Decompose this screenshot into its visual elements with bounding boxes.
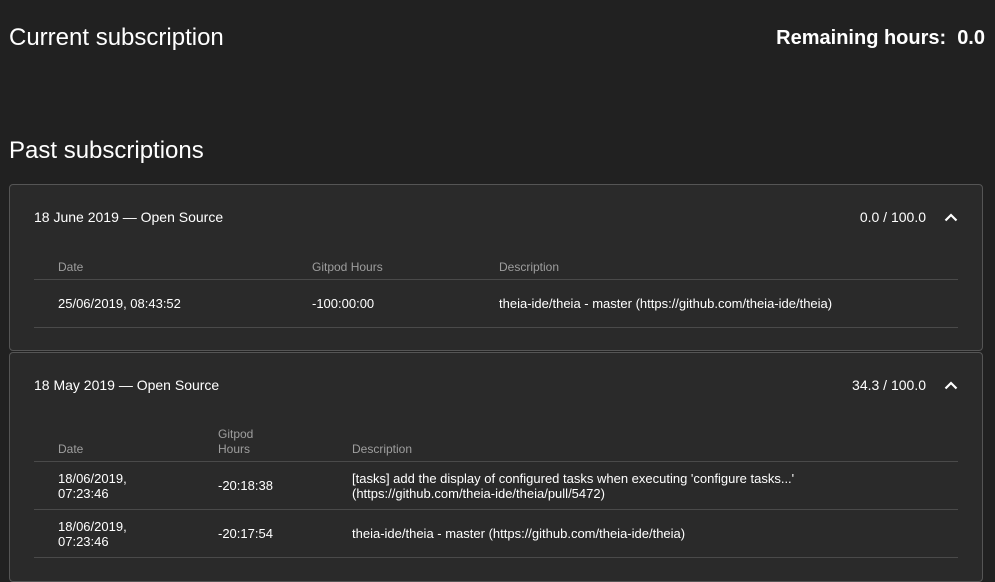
subscription-title: 18 May 2019 — Open Source <box>34 377 220 393</box>
table-header: Date Gitpod Hours Description <box>34 427 958 462</box>
row-description: [tasks] add the display of configured ta… <box>352 470 795 501</box>
column-description: Description <box>352 442 413 456</box>
table-row: 18/06/2019, 07:23:46 -20:18:38 [tasks] a… <box>34 462 958 510</box>
current-subscription-row: Current subscription Remaining hours: 0.0 <box>9 22 985 54</box>
row-hours: -20:18:38 <box>218 478 273 493</box>
subscription-title: 18 June 2019 — Open Source <box>34 209 224 225</box>
row-description: theia-ide/theia - master (https://github… <box>352 526 686 541</box>
past-subscriptions-title: Past subscriptions <box>9 137 204 164</box>
usage-table: Date Gitpod Hours Description 18/06/2019… <box>34 427 958 558</box>
chevron-up-icon[interactable] <box>944 380 958 390</box>
usage-table: Date Gitpod Hours Description 25/06/2019… <box>34 258 958 328</box>
column-date: Date <box>58 260 84 274</box>
subscription-usage-group: 34.3 / 100.0 <box>852 377 958 393</box>
remaining-hours: Remaining hours: 0.0 <box>776 27 985 50</box>
column-description: Description <box>499 260 560 274</box>
subscription-usage: 0.0 / 100.0 <box>859 209 926 225</box>
row-date: 25/06/2019, 08:43:52 <box>58 296 181 311</box>
column-hours: Gitpod Hours <box>312 260 383 274</box>
table-row: 18/06/2019, 07:23:46 -20:17:54 theia-ide… <box>34 510 958 558</box>
row-date: 18/06/2019, 07:23:46 <box>58 518 127 549</box>
subscription-panel-header[interactable]: 18 May 2019 — Open Source 34.3 / 100.0 <box>34 375 958 395</box>
subscription-panel-june: 18 June 2019 — Open Source 0.0 / 100.0 D… <box>9 184 983 351</box>
row-description: theia-ide/theia - master (https://github… <box>499 296 833 311</box>
current-subscription-title: Current subscription <box>9 24 224 51</box>
row-hours: -20:17:54 <box>218 526 273 541</box>
chevron-up-icon[interactable] <box>944 212 958 222</box>
row-date: 18/06/2019, 07:23:46 <box>58 470 127 501</box>
subscription-usage: 34.3 / 100.0 <box>852 377 926 393</box>
row-hours: -100:00:00 <box>312 296 375 311</box>
remaining-hours-label: Remaining hours: <box>776 26 947 49</box>
column-hours: Gitpod Hours <box>218 427 254 456</box>
table-header: Date Gitpod Hours Description <box>34 258 958 280</box>
column-date: Date <box>58 442 84 456</box>
subscription-panel-header[interactable]: 18 June 2019 — Open Source 0.0 / 100.0 <box>34 207 958 227</box>
subscription-usage-group: 0.0 / 100.0 <box>860 209 958 225</box>
table-row: 25/06/2019, 08:43:52 -100:00:00 theia-id… <box>34 280 958 328</box>
subscription-panel-may: 18 May 2019 — Open Source 34.3 / 100.0 D… <box>9 352 983 582</box>
remaining-hours-value: 0.0 <box>957 26 985 49</box>
